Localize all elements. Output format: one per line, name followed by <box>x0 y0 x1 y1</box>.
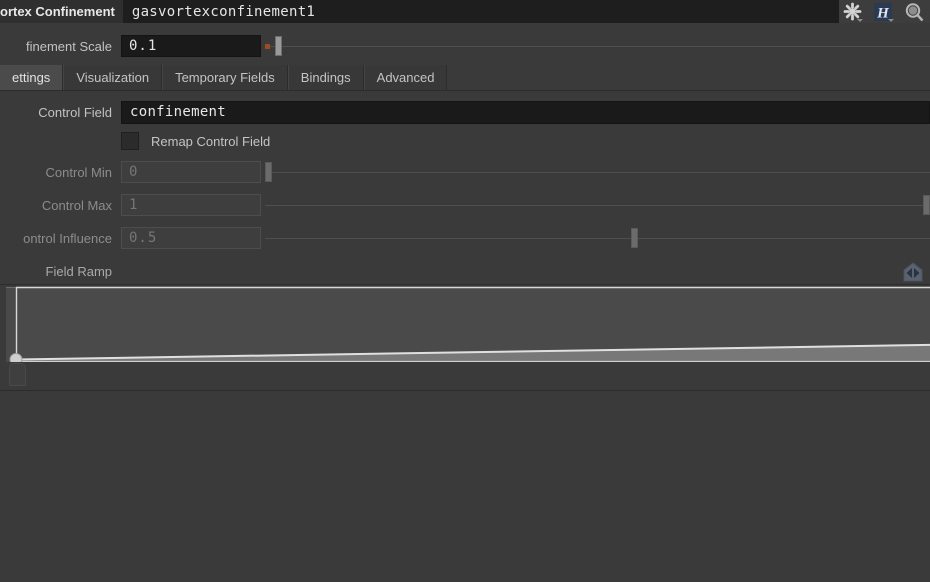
houdini-h-icon[interactable]: H <box>870 0 896 23</box>
asterisk-icon[interactable] <box>839 0 865 23</box>
control-max-row: Control Max 1 <box>0 193 930 217</box>
field-ramp-header: Field Ramp <box>0 258 930 284</box>
empty-panel-area <box>0 400 930 582</box>
node-name-field[interactable]: gasvortexconfinement1 <box>122 0 839 23</box>
control-influence-row: ontrol Influence 0.5 <box>0 226 930 250</box>
remap-control-field-checkbox[interactable] <box>121 132 139 150</box>
tab-advanced[interactable]: Advanced <box>363 65 448 90</box>
control-influence-slider[interactable] <box>265 227 930 249</box>
flip-ramp-icon[interactable] <box>902 261 924 283</box>
slider-track <box>265 172 930 173</box>
control-influence-input[interactable]: 0.5 <box>121 227 261 249</box>
search-icon[interactable] <box>901 0 927 23</box>
confinement-scale-input[interactable]: 0.1 <box>121 35 261 57</box>
modified-flag-marker <box>265 44 270 49</box>
control-field-label: Control Field <box>38 104 112 120</box>
control-min-input[interactable]: 0 <box>121 161 261 183</box>
remap-control-field-row[interactable]: Remap Control Field <box>0 131 930 151</box>
control-min-slider[interactable] <box>265 161 930 183</box>
slider-thumb[interactable] <box>923 195 930 215</box>
confinement-scale-row: finement Scale 0.1 <box>0 34 930 58</box>
ramp-separator-top <box>0 284 930 285</box>
header-icon-group: H <box>839 0 930 23</box>
control-min-label: Control Min <box>45 164 112 180</box>
control-max-label: Control Max <box>41 197 112 213</box>
field-ramp-label: Field Ramp <box>45 263 112 279</box>
houdini-parameter-panel: ortex Confinement gasvortexconfinement1 <box>0 0 930 582</box>
control-max-slider[interactable] <box>265 194 930 216</box>
node-type-label: ortex Confinement <box>0 0 123 23</box>
slider-thumb[interactable] <box>265 162 272 182</box>
ramp-key-marker[interactable] <box>9 363 26 386</box>
tab-temporary-fields[interactable]: Temporary Fields <box>162 65 288 90</box>
control-influence-label: ontrol Influence <box>23 230 112 246</box>
control-max-input[interactable]: 1 <box>121 194 261 216</box>
slider-thumb[interactable] <box>630 228 638 248</box>
confinement-scale-label: finement Scale <box>26 38 112 54</box>
chevron-down-icon <box>888 19 894 22</box>
tab-settings[interactable]: ettings <box>0 65 64 90</box>
slider-track <box>265 205 930 206</box>
control-field-row: Control Field confinement <box>0 100 930 124</box>
remap-control-field-label: Remap Control Field <box>151 133 271 149</box>
tab-visualization[interactable]: Visualization <box>63 65 163 90</box>
ramp-separator-bottom <box>0 390 930 391</box>
control-min-row: Control Min 0 <box>0 160 930 184</box>
ramp-key-strip[interactable] <box>0 362 930 391</box>
node-header-bar: ortex Confinement gasvortexconfinement1 <box>0 0 930 23</box>
slider-thumb[interactable] <box>274 36 282 56</box>
slider-track <box>265 238 930 239</box>
slider-track <box>265 46 930 47</box>
control-field-input[interactable]: confinement <box>121 100 930 124</box>
tab-bindings[interactable]: Bindings <box>287 65 364 90</box>
parameter-tab-bar: ettings Visualization Temporary Fields B… <box>0 64 930 91</box>
chevron-down-icon <box>857 19 863 22</box>
confinement-scale-slider[interactable] <box>265 35 930 57</box>
